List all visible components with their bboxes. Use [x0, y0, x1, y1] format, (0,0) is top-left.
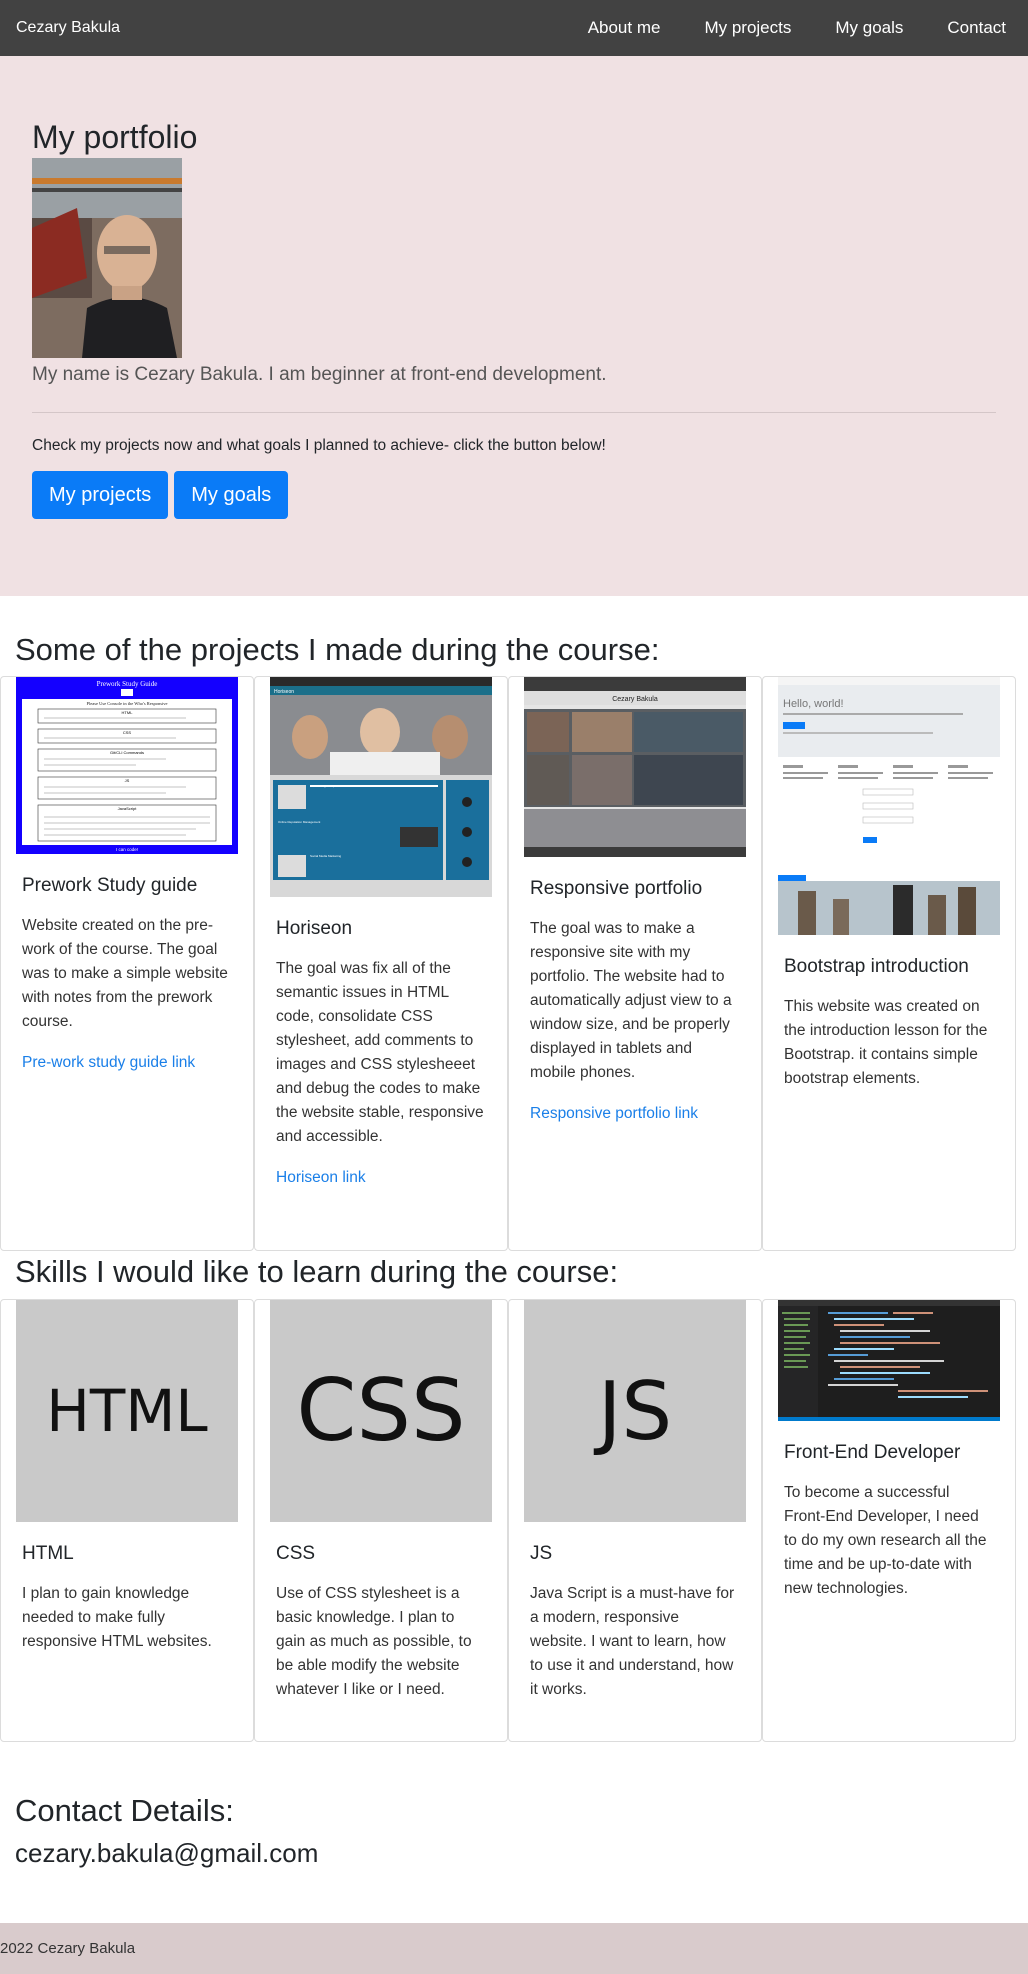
prework-section-js: JS [125, 778, 130, 783]
brand-link[interactable]: Cezary Bakula [16, 19, 120, 37]
card-body: JS Java Script is a must-have for a mode… [524, 1522, 746, 1702]
bootstrap-screenshot: Hello, world! [778, 677, 1000, 935]
html-image: HTML [16, 1300, 238, 1522]
js-image-label: JS [597, 1364, 673, 1458]
card-text: This website was created on the introduc… [784, 997, 988, 1087]
bootstrap-thumb-hello: Hello, world! [783, 698, 844, 710]
card-text: Use of CSS stylesheet is a basic knowled… [276, 1584, 472, 1698]
prework-link[interactable]: Pre-work study guide link [22, 1054, 232, 1072]
contact-email: cezary.bakula@gmail.com [15, 1838, 319, 1868]
card-body: Prework Study guide Website created on t… [16, 854, 238, 1072]
code-editor-screenshot [778, 1300, 1000, 1421]
my-goals-button[interactable]: My goals [174, 471, 289, 520]
card-title: Prework Study guide [22, 875, 198, 896]
card-text: Website created on the pre-work of the c… [22, 916, 228, 1030]
project-card-responsive-portfolio: Cezary Bakula Responsive portfolio The g… [508, 676, 762, 1251]
card-text: The goal was fix all of the semantic iss… [276, 959, 484, 1145]
card-title: Bootstrap introduction [784, 956, 969, 977]
prework-section-html: HTML [122, 710, 134, 715]
card-text: To become a successful Front-End Develop… [784, 1483, 987, 1597]
nav-links: About me My projects My goals Contact [566, 18, 1012, 38]
horiseon-link[interactable]: Horiseon link [276, 1169, 486, 1187]
hero-title: My portfolio [32, 119, 198, 155]
horiseon-thumb-brand: Horiseon [274, 689, 294, 695]
prework-thumb-title: Prework Study Guide [97, 680, 158, 688]
js-image: JS [524, 1300, 746, 1522]
horiseon-panel-1: Search Engine Optimization [310, 784, 348, 788]
contact-heading: Contact Details: [15, 1793, 234, 1828]
project-card-bootstrap: Hello, world! Bootstrap introduction Thi… [762, 676, 1016, 1251]
css-image: CSS [270, 1300, 492, 1522]
card-body: Responsive portfolio The goal was to mak… [524, 857, 746, 1123]
skills-card-row: HTML HTML I plan to gain knowledge neede… [0, 1299, 1016, 1742]
hero-section: My portfolio My name is Cezary Bakula. I… [0, 56, 1028, 596]
card-title: HTML [22, 1543, 74, 1564]
footer: 2022 Cezary Bakula [0, 1923, 1028, 1974]
card-title: Horiseon [276, 918, 353, 939]
card-body: Bootstrap introduction This website was … [778, 935, 1000, 1091]
responsive-portfolio-link[interactable]: Responsive portfolio link [530, 1105, 740, 1123]
card-text: The goal was to make a responsive site w… [530, 919, 732, 1081]
card-text: I plan to gain knowledge needed to make … [22, 1584, 212, 1650]
profile-photo-illustration [32, 158, 182, 359]
prework-thumb-sub: Please Use Console in the Who's Responsi… [87, 701, 168, 706]
card-title: JS [530, 1543, 553, 1564]
footer-text: 2022 Cezary Bakula [0, 1940, 136, 1957]
project-card-prework: Prework Study Guide Please Use Console i… [0, 676, 254, 1251]
projects-heading: Some of the projects I made during the c… [15, 632, 660, 667]
card-body: Front-End Developer To become a successf… [778, 1421, 1000, 1601]
skill-card-front-end: Front-End Developer To become a successf… [762, 1299, 1016, 1742]
prework-screenshot: Prework Study Guide Please Use Console i… [16, 677, 238, 854]
hero-text: Check my projects now and what goals I p… [32, 437, 606, 455]
nav-contact[interactable]: Contact [925, 18, 1012, 38]
horiseon-screenshot: Horiseon Search Engine Optimization Onli… [270, 677, 492, 897]
prework-section-css: CSS [123, 730, 132, 735]
card-body: Horiseon The goal was fix all of the sem… [270, 897, 492, 1187]
nav-my-projects[interactable]: My projects [682, 18, 813, 38]
html-image-label: HTML [46, 1377, 208, 1445]
prework-section-javascript: JavaScript [118, 806, 138, 811]
prework-thumb-footer: I can code! [116, 847, 138, 852]
prework-section-git: Git/CLI Commands [110, 750, 144, 755]
nav-about-me[interactable]: About me [566, 18, 683, 38]
projects-card-row: Prework Study Guide Please Use Console i… [0, 676, 1016, 1251]
skill-card-html: HTML HTML I plan to gain knowledge neede… [0, 1299, 254, 1742]
skill-card-js: JS JS Java Script is a must-have for a m… [508, 1299, 762, 1742]
project-card-horiseon: Horiseon Search Engine Optimization Onli… [254, 676, 508, 1251]
card-title: Front-End Developer [784, 1442, 961, 1463]
my-projects-button[interactable]: My projects [32, 471, 169, 520]
hero-buttons: My projects My goals [32, 471, 996, 520]
hero-divider [32, 412, 996, 414]
card-body: HTML I plan to gain knowledge needed to … [16, 1522, 238, 1654]
horiseon-panel-3: Social Media Marketing [310, 854, 342, 858]
skills-heading: Skills I would like to learn during the … [15, 1254, 619, 1289]
card-title: CSS [276, 1543, 316, 1564]
nav-my-goals[interactable]: My goals [813, 18, 925, 38]
card-body: CSS Use of CSS stylesheet is a basic kno… [270, 1522, 492, 1702]
portfolio-screenshot: Cezary Bakula [524, 677, 746, 857]
navbar: Cezary Bakula About me My projects My go… [0, 0, 1028, 56]
card-title: Responsive portfolio [530, 878, 703, 899]
skill-card-css: CSS CSS Use of CSS stylesheet is a basic… [254, 1299, 508, 1742]
portfolio-thumb-brand: Cezary Bakula [612, 696, 658, 703]
hero-lead: My name is Cezary Bakula. I am beginner … [32, 364, 607, 386]
profile-photo [32, 158, 182, 359]
horiseon-panel-2: Online Reputation Management [278, 820, 321, 824]
card-text: Java Script is a must-have for a modern,… [530, 1584, 735, 1698]
css-image-label: CSS [296, 1361, 466, 1461]
